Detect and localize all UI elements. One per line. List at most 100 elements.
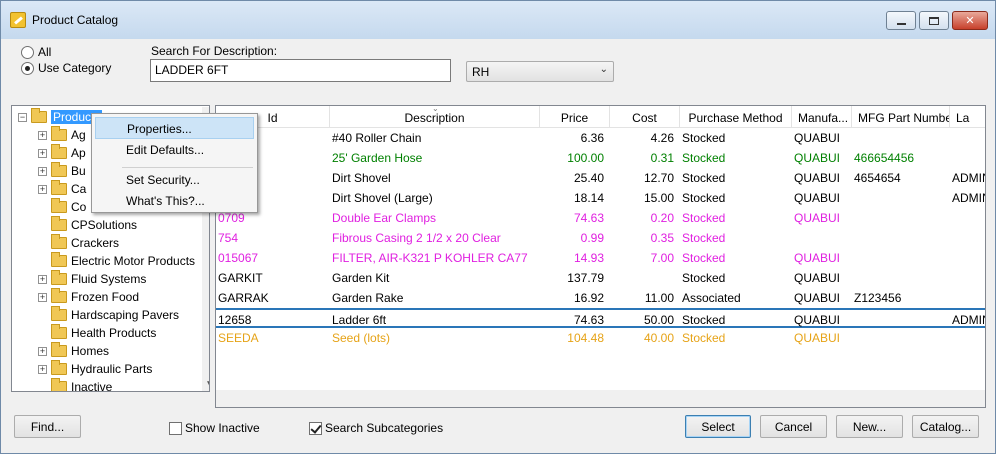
table-row[interactable]: Dirt Shovel 25.40 12.70 Stocked QUABUI 465465… — [216, 168, 985, 188]
close-button[interactable]: ✕ — [952, 11, 988, 30]
show-inactive-label: Show Inactive — [185, 421, 260, 435]
tree-node[interactable]: Inactive — [51, 378, 112, 391]
table-cell-mfr: QUABUI — [794, 313, 841, 327]
column-header[interactable]: Purchase Method — [680, 106, 792, 128]
new-button[interactable]: New... — [836, 415, 903, 438]
tree-node[interactable]: CPSolutions — [51, 216, 137, 234]
column-header[interactable]: Price — [540, 106, 610, 128]
column-header[interactable]: Manufa... — [792, 106, 852, 128]
table-cell-la: ADMIN — [952, 191, 985, 205]
tree-node[interactable]: Health Products — [51, 324, 156, 342]
table-cell-price: 100.00 — [567, 151, 604, 165]
table-cell-desc: FILTER, AIR-K321 P KOHLER CA77 — [332, 251, 528, 265]
radio-use-category-label: Use Category — [38, 61, 112, 75]
tree-node[interactable]: + Bu — [38, 162, 86, 180]
table-row[interactable]: 754 Fibrous Casing 2 1/2 x 20 Clear 0.99 0.… — [216, 228, 985, 248]
search-subcategories-label: Search Subcategories — [325, 421, 444, 435]
collapse-icon[interactable]: − — [18, 112, 27, 122]
menu-item-set-security[interactable]: Set Security... — [95, 169, 254, 191]
tree-node-label: Health Products — [71, 326, 157, 340]
table-cell-method: Stocked — [682, 231, 726, 245]
cancel-button[interactable]: Cancel — [760, 415, 827, 438]
title-bar[interactable]: Product Catalog ✕ — [1, 1, 995, 39]
show-inactive-checkbox[interactable]: Show Inactive — [169, 421, 260, 435]
tree-node-label: Hardscaping Pavers — [71, 308, 180, 322]
location-select[interactable]: RH ⌄ — [466, 61, 614, 82]
tree-node[interactable]: + Hydraulic Parts — [38, 360, 152, 378]
search-subcategories-checkbox[interactable]: Search Subcategories — [309, 421, 443, 435]
radio-all[interactable]: All — [21, 45, 51, 59]
tree-node[interactable]: Hardscaping Pavers — [51, 306, 179, 324]
expand-icon[interactable]: + — [38, 148, 47, 158]
show-inactive-box[interactable] — [169, 421, 182, 435]
location-select-value: RH — [472, 65, 490, 79]
search-description-input[interactable]: LADDER 6FT — [150, 59, 451, 82]
expand-icon[interactable]: + — [38, 166, 47, 176]
expand-icon[interactable]: + — [38, 346, 47, 356]
column-header[interactable]: MFG Part Number — [852, 106, 950, 128]
column-header[interactable]: Cost — [610, 106, 680, 128]
minimize-button[interactable] — [886, 11, 916, 30]
table-row[interactable]: 015067 FILTER, AIR-K321 P KOHLER CA77 14.9… — [216, 248, 985, 268]
table-cell-la: ADMIN — [952, 171, 985, 185]
tree-node[interactable]: + Ag — [38, 126, 86, 144]
table-cell-desc: Ladder 6ft — [332, 313, 387, 327]
table-row[interactable]: SEEDA Seed (lots) 104.48 40.00 Stocked QUABUI — [216, 328, 985, 348]
expand-icon[interactable]: + — [38, 184, 47, 194]
menu-item-edit-defaults[interactable]: Edit Defaults... — [95, 139, 254, 161]
tree-node-label: CPSolutions — [71, 218, 138, 232]
expand-icon[interactable]: + — [38, 364, 47, 374]
table-row[interactable]: GARRAK Garden Rake 16.92 11.00 Associated QUA… — [216, 288, 985, 308]
maximize-button[interactable] — [919, 11, 949, 30]
expand-icon[interactable]: + — [38, 292, 47, 302]
select-button[interactable]: Select — [685, 415, 751, 438]
folder-icon — [51, 288, 67, 303]
catalog-button[interactable]: Catalog... — [912, 415, 979, 438]
tree-node[interactable]: + Frozen Food — [38, 288, 139, 306]
tree-node[interactable]: Crackers — [51, 234, 119, 252]
tree-node-label: Crackers — [71, 236, 120, 250]
tree-node[interactable]: Co — [51, 198, 86, 216]
table-row[interactable]: LDirt Shovel (Large)18.1415.00StockedQUA… — [216, 188, 985, 208]
radio-use-category[interactable]: Use Category — [21, 61, 111, 75]
radio-all-circle[interactable] — [21, 45, 34, 59]
table-cell-price: 25.40 — [573, 171, 604, 185]
folder-icon — [51, 378, 67, 391]
table-cell-cost: 0.35 — [650, 231, 674, 245]
table-cell-desc: Dirt Shovel — [332, 171, 391, 185]
table-cell-desc: #40 Roller Chain — [332, 131, 422, 145]
expand-icon[interactable]: + — [38, 274, 47, 284]
expand-icon[interactable]: + — [38, 130, 47, 140]
folder-icon — [51, 252, 67, 267]
scroll-down-icon[interactable]: ▼ — [205, 379, 209, 390]
table-row[interactable]: #40 Roller Chain 6.36 4.26 Stocked QUABUI — [216, 128, 985, 148]
grid-horizontal-scrollbar[interactable] — [216, 390, 985, 407]
tree-node[interactable]: Electric Motor Products — [51, 252, 195, 270]
tree-node-label: Ag — [71, 128, 86, 142]
table-cell-id: SEEDA — [218, 331, 259, 345]
table-row[interactable]: GARKIT Garden Kit 137.79 Stocked QUABUI — [216, 268, 985, 288]
folder-icon — [31, 108, 47, 123]
tree-node[interactable]: + Ap — [38, 144, 86, 162]
table-cell-cost: 0.20 — [650, 211, 674, 225]
table-cell-id: GARRAK — [218, 291, 269, 305]
table-cell-cost: 50.00 — [643, 313, 674, 327]
table-row[interactable]: 0709 Double Ear Clamps 74.63 0.20 Stocked QUA… — [216, 208, 985, 228]
product-grid[interactable]: Id Description Price Cost Purchase Method Man… — [215, 105, 986, 408]
table-cell-mfr: QUABUI — [794, 291, 841, 305]
menu-item-whats-this[interactable]: What's This?... — [95, 190, 254, 212]
table-cell-cost: 11.00 — [644, 291, 674, 305]
folder-icon — [51, 324, 67, 339]
tree-node[interactable]: + Homes — [38, 342, 109, 360]
search-subcategories-box[interactable] — [309, 421, 322, 435]
column-header[interactable]: La — [950, 106, 985, 128]
radio-use-category-circle[interactable] — [21, 61, 34, 75]
table-row-selected[interactable]: 12658 Ladder 6ft 74.63 50.00 Stocked QUABUI AD… — [216, 308, 985, 328]
tree-node[interactable]: + Fluid Systems — [38, 270, 146, 288]
find-button[interactable]: Find... — [14, 415, 81, 438]
table-row[interactable]: S2525' Garden Hose100.000.31StockedQUABU… — [216, 148, 985, 168]
tree-node-root[interactable]: − Products — [18, 108, 103, 126]
table-cell-method: Stocked — [682, 211, 726, 225]
menu-item-properties[interactable]: Properties... — [95, 117, 254, 139]
tree-node[interactable]: + Ca — [38, 180, 86, 198]
